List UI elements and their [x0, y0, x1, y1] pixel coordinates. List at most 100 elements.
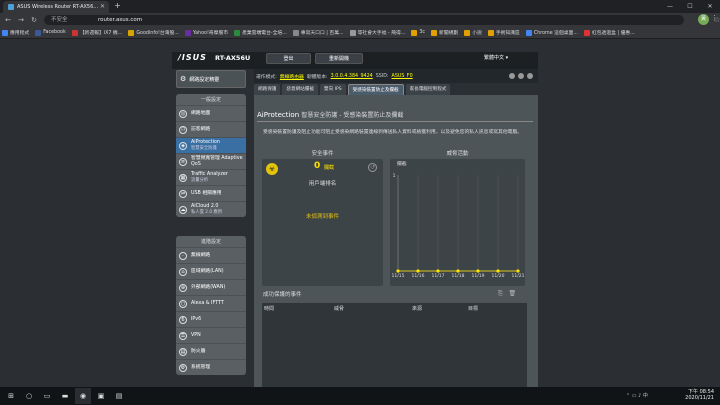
- sidebar-item[interactable]: ⚇ 訪客網路: [176, 121, 246, 137]
- status-wifi-icon[interactable]: [526, 73, 533, 79]
- sidebar-item[interactable]: ☁ AiCloud 2.0 私人雲 2.0 應用: [176, 201, 246, 217]
- sidebar-item[interactable]: ◈ AiProtection 智慧安全防護: [176, 137, 246, 153]
- taskbar-app2-icon[interactable]: ▤: [111, 388, 127, 404]
- col-threat: 威脅: [334, 306, 345, 312]
- sidebar-item[interactable]: ▤ 防火牆: [176, 343, 246, 359]
- data-point: [456, 269, 460, 273]
- sidebar-item[interactable]: · 無線網路: [176, 247, 246, 263]
- op-mode-link[interactable]: 無線路由器: [280, 73, 304, 80]
- firmware-link[interactable]: 3.0.0.4.384_9424: [331, 74, 373, 79]
- general-menu: 一般設定 ◎ 網路地圖 ⚇ 訪客網路 ◈ AiProtection 智慧安全防護 ≡ 智慧頻寬管…: [176, 94, 246, 217]
- chrome-icon[interactable]: ◉: [75, 388, 91, 404]
- sidebar-item[interactable]: ⚿ VPN: [176, 327, 246, 343]
- browser-menu-icon[interactable]: ⋮: [711, 14, 718, 22]
- vpn-icon: ⚿: [179, 331, 187, 340]
- sidebar-item-sublabel: 私人雲 2.0 應用: [191, 209, 223, 215]
- forward-icon[interactable]: →: [16, 15, 26, 25]
- status-usb-icon[interactable]: [517, 73, 524, 79]
- bookmark-item[interactable]: 手術知識區: [487, 29, 520, 36]
- start-icon[interactable]: ⊞: [3, 388, 19, 404]
- profile-avatar[interactable]: 黃: [698, 14, 709, 25]
- bookmark-item[interactable]: 等社會大手福 - 飛得...: [349, 29, 405, 36]
- bookmark-favicon-icon: [128, 29, 135, 36]
- trash-icon[interactable]: 🗑: [509, 290, 517, 297]
- protected-events-title: 成功保護的事件: [263, 292, 302, 298]
- explorer-icon[interactable]: ▬: [57, 388, 73, 404]
- browser-tab[interactable]: ASUS Wireless Router RT-AX56... ✕: [3, 1, 109, 13]
- bookmark-item[interactable]: Yahoo!奇摩服市: [184, 29, 229, 36]
- sidebar-item[interactable]: ⊕ 外部網路(WAN): [176, 279, 246, 295]
- language-label: 繁體中文: [484, 55, 505, 61]
- bookmark-favicon-icon: [71, 29, 78, 36]
- bookmark-favicon-icon: [35, 29, 42, 36]
- sidebar-item[interactable]: ≡ 智慧頻寬管理 Adaptive QoS: [176, 153, 246, 169]
- page-title: AiProtection 智慧安全防護 - 受感染裝置防止及攔截: [257, 110, 403, 119]
- col-time: 時間: [264, 306, 275, 312]
- not-secure-label[interactable]: 不安全: [51, 15, 68, 25]
- bookmark-item[interactable]: 新聞規劃: [431, 29, 458, 36]
- ssid-link[interactable]: ASUS_F0: [392, 74, 413, 79]
- sidebar-item[interactable]: ▦ Traffic Analyzer 流量分析: [176, 169, 246, 185]
- x-tick-label: 11/17: [432, 273, 445, 279]
- clock[interactable]: 下午 08:54 2020/11/21: [685, 389, 714, 401]
- close-tab-icon[interactable]: ✕: [100, 3, 105, 10]
- bookmark-item[interactable]: 【新週報】iX7 機...: [71, 29, 122, 36]
- bookmark-item[interactable]: 專寫天口口 | 百萬...: [292, 29, 344, 36]
- bookmark-favicon-icon: [2, 29, 8, 36]
- refresh-icon[interactable]: ↺: [368, 163, 377, 172]
- bookmark-item[interactable]: 應用程式: [2, 29, 29, 36]
- reload-icon[interactable]: ↻: [29, 15, 39, 25]
- system-tray[interactable]: ⌃ ▭ ♪ 中: [626, 392, 648, 399]
- minimize-icon[interactable]: —: [660, 0, 680, 13]
- bookmark-item[interactable]: 小說: [464, 29, 482, 36]
- events-table-header: 時間 威脅 來源 目標: [262, 305, 527, 315]
- tab-item[interactable]: 雙向 IPS: [319, 84, 346, 95]
- maximize-icon[interactable]: ☐: [680, 0, 700, 13]
- sidebar-item[interactable]: ◎ 網路地圖: [176, 105, 246, 121]
- qos-icon: ≡: [179, 157, 187, 166]
- bookmark-item[interactable]: Chrome 這個桌面...: [525, 29, 578, 36]
- bookmark-item[interactable]: Facebook: [35, 29, 66, 36]
- sidebar-item-text: USB 相關應用: [191, 191, 222, 197]
- sidebar-item[interactable]: ○ Alexa & IFTTT: [176, 295, 246, 311]
- security-events-title: 安全事件: [311, 151, 334, 157]
- description: 受感染裝置防護及阻止功能可阻止受感染網路裝置連線到傳送私人資料或檢獲利用，以及避…: [263, 130, 523, 135]
- sidebar-item[interactable]: ⇌ USB 相關應用: [176, 185, 246, 201]
- taskbar-app-icon[interactable]: ▣: [93, 388, 109, 404]
- sidebar-item[interactable]: ⌂ 區域網路(LAN): [176, 263, 246, 279]
- status-gear-icon[interactable]: [508, 73, 515, 79]
- task-view-icon[interactable]: ▭: [39, 388, 55, 404]
- quick-setup-button[interactable]: ⚙ 網路設定精靈: [176, 70, 246, 88]
- window-close-icon[interactable]: ✕: [700, 0, 720, 13]
- sidebar-item-label: 無線網路: [191, 252, 211, 258]
- language-select[interactable]: 繁體中文 ▾: [484, 54, 508, 61]
- tab-item[interactable]: 惡意網站攔截: [282, 84, 318, 95]
- logout-button[interactable]: 登出: [266, 53, 311, 64]
- tab-item[interactable]: 網路保護: [254, 84, 281, 95]
- url-text[interactable]: router.asus.com: [98, 15, 142, 25]
- tab-item[interactable]: 受感染裝置防止及攔截: [347, 84, 404, 95]
- bookmark-item[interactable]: 產業雲端電台-全培...: [234, 29, 287, 36]
- biohazard-icon: ☣: [266, 163, 278, 175]
- sidebar-item-text: IPv6: [191, 317, 201, 323]
- new-tab-button[interactable]: +: [113, 2, 122, 11]
- tab-item[interactable]: 家長電腦控制程式: [405, 84, 451, 95]
- status-green-icon[interactable]: [500, 73, 506, 79]
- bookmark-item[interactable]: Goodinfo!台灣股...: [128, 29, 179, 36]
- bookmark-item[interactable]: 3c: [411, 29, 425, 36]
- export-icon[interactable]: ⎘: [498, 290, 503, 297]
- back-icon[interactable]: ←: [3, 15, 13, 25]
- sidebar-item[interactable]: ⚙ 系統管理: [176, 359, 246, 375]
- bookmark-label: Goodinfo!台灣股...: [136, 31, 179, 36]
- reboot-button[interactable]: 重新開機: [315, 53, 363, 64]
- search-icon[interactable]: ○: [21, 388, 37, 404]
- sidebar-item[interactable]: 6 IPv6: [176, 311, 246, 327]
- firmware-label: 韌體版本:: [306, 74, 328, 80]
- bookmark-favicon-icon: [349, 29, 356, 36]
- bookmark-label: 手術知識區: [495, 31, 520, 36]
- address-bar[interactable]: 不安全 router.asus.com ☆: [44, 15, 720, 25]
- bookmark-favicon-icon: [292, 29, 299, 36]
- bookmark-label: Yahoo!奇摩服市: [192, 31, 229, 36]
- ssid-label: SSID:: [375, 73, 389, 79]
- bookmark-item[interactable]: 紅包透過盒 | 優惠...: [583, 29, 635, 36]
